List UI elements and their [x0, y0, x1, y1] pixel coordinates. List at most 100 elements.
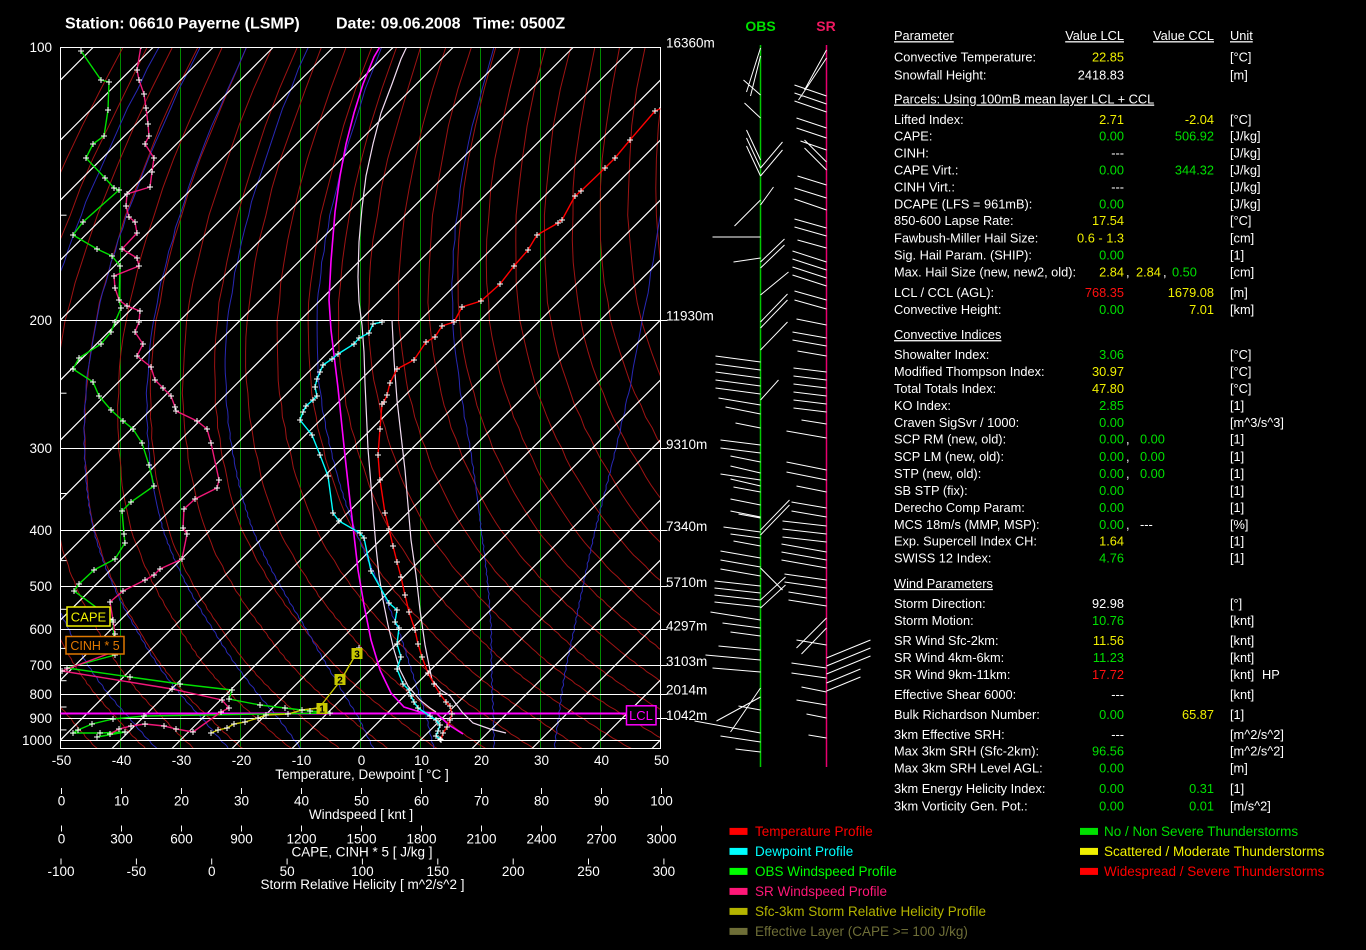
svg-text:300: 300: [653, 864, 676, 879]
svg-text:250: 250: [577, 864, 600, 879]
svg-text:Bulk Richardson Number:: Bulk Richardson Number:: [894, 707, 1040, 722]
svg-text:[°C]: [°C]: [1230, 50, 1251, 65]
svg-text:---: ---: [1111, 687, 1124, 702]
svg-text:Storm Relative Helicity [ m^2: Storm Relative Helicity [ m^2/s^2 ]: [261, 877, 465, 892]
svg-text:[m^3/s^3]: [m^3/s^3]: [1230, 415, 1284, 430]
svg-text:2400: 2400: [526, 831, 556, 846]
svg-text:[J/kg]: [J/kg]: [1230, 146, 1261, 161]
svg-text:Max. Hail Size (new, new2, old: Max. Hail Size (new, new2, old):: [894, 265, 1076, 280]
svg-text:Storm Motion:: Storm Motion:: [894, 613, 974, 628]
svg-text:-40: -40: [112, 753, 132, 768]
svg-text:Windspeed [ knt ]: Windspeed [ knt ]: [309, 807, 413, 822]
svg-text:Wind Parameters: Wind Parameters: [894, 576, 993, 591]
svg-text:[°C]: [°C]: [1230, 364, 1251, 379]
svg-text:Convective Indices: Convective Indices: [894, 327, 1001, 342]
svg-text:0: 0: [358, 753, 366, 768]
svg-text:Convective Height:: Convective Height:: [894, 302, 1001, 317]
svg-text:Scattered / Moderate Thunderst: Scattered / Moderate Thunderstorms: [1104, 844, 1325, 859]
svg-text:400: 400: [29, 523, 52, 538]
svg-text:[1]: [1]: [1230, 781, 1244, 796]
svg-text:-2.04: -2.04: [1185, 112, 1214, 127]
svg-text:Parameter: Parameter: [894, 28, 954, 43]
svg-text:[1]: [1]: [1230, 483, 1244, 498]
svg-text:5710m: 5710m: [666, 575, 707, 590]
svg-text:3: 3: [354, 650, 360, 661]
svg-text:0.00: 0.00: [1099, 129, 1124, 144]
svg-text:9310m: 9310m: [666, 437, 707, 452]
svg-text:90: 90: [594, 794, 609, 809]
svg-text:0.01: 0.01: [1189, 798, 1214, 813]
svg-text:Value LCL: Value LCL: [1065, 28, 1124, 43]
svg-text:[m/s^2]: [m/s^2]: [1230, 798, 1271, 813]
svg-text:1679.08: 1679.08: [1168, 285, 1214, 300]
svg-text:,: ,: [1126, 449, 1130, 464]
svg-text:-10: -10: [292, 753, 312, 768]
svg-text:17.72: 17.72: [1092, 667, 1124, 682]
svg-text:700: 700: [29, 658, 52, 673]
svg-text:0.00: 0.00: [1099, 197, 1124, 212]
svg-text:SCP RM (new, old):: SCP RM (new, old):: [894, 432, 1006, 447]
svg-text:[knt]: [knt]: [1230, 667, 1254, 682]
svg-text:10.76: 10.76: [1092, 613, 1124, 628]
svg-text:3.06: 3.06: [1099, 347, 1124, 362]
svg-text:4297m: 4297m: [666, 619, 707, 634]
svg-text:0.6 - 1.3: 0.6 - 1.3: [1077, 230, 1124, 245]
svg-text:Snowfall Height:: Snowfall Height:: [894, 67, 986, 82]
svg-text:0.00: 0.00: [1099, 500, 1124, 515]
svg-text:SR: SR: [816, 18, 835, 34]
svg-text:---: ---: [1111, 179, 1124, 194]
svg-text:11.56: 11.56: [1093, 633, 1124, 648]
svg-text:[1]: [1]: [1230, 466, 1244, 481]
svg-text:STP (new, old):: STP (new, old):: [894, 466, 981, 481]
svg-text:0.00: 0.00: [1099, 798, 1124, 813]
svg-text:2.84: 2.84: [1136, 265, 1161, 280]
svg-text:CINH:: CINH:: [894, 146, 929, 161]
svg-text:Fawbush-Miller Hail Size:: Fawbush-Miller Hail Size:: [894, 230, 1038, 245]
svg-text:0.00: 0.00: [1099, 483, 1124, 498]
svg-text:Parcels: Using 100mB mean laye: Parcels: Using 100mB mean layer LCL + CC…: [894, 92, 1154, 107]
svg-text:SB STP (fix):: SB STP (fix):: [894, 483, 968, 498]
svg-text:OBS Windspeed Profile: OBS Windspeed Profile: [755, 864, 897, 879]
svg-text:2418.83: 2418.83: [1078, 67, 1124, 82]
svg-text:500: 500: [29, 579, 52, 594]
svg-text:SR Windspeed Profile: SR Windspeed Profile: [755, 884, 887, 899]
svg-text:SR Wind Sfc-2km:: SR Wind Sfc-2km:: [894, 633, 999, 648]
svg-text:Exp. Supercell Index CH:: Exp. Supercell Index CH:: [894, 534, 1037, 549]
svg-text:10: 10: [114, 794, 129, 809]
svg-text:4.76: 4.76: [1099, 551, 1124, 566]
svg-text:SWISS 12 Index:: SWISS 12 Index:: [894, 551, 991, 566]
svg-text:[1]: [1]: [1230, 707, 1244, 722]
svg-text:506.92: 506.92: [1175, 129, 1214, 144]
svg-text:2.71: 2.71: [1099, 112, 1124, 127]
svg-text:CINH Virt.:: CINH Virt.:: [894, 179, 955, 194]
svg-text:,: ,: [1126, 466, 1130, 481]
svg-text:[J/kg]: [J/kg]: [1230, 179, 1261, 194]
svg-text:[m]: [m]: [1230, 761, 1248, 776]
svg-text:100: 100: [650, 794, 673, 809]
svg-text:[°C]: [°C]: [1230, 381, 1251, 396]
svg-text:---: ---: [1111, 146, 1124, 161]
svg-text:Total Totals Index:: Total Totals Index:: [894, 381, 996, 396]
svg-text:11.23: 11.23: [1093, 650, 1124, 665]
svg-text:Max 3km SRH Level AGL:: Max 3km SRH Level AGL:: [894, 761, 1043, 776]
svg-text:[1]: [1]: [1230, 534, 1244, 549]
svg-text:[cm]: [cm]: [1230, 265, 1254, 280]
svg-text:---: ---: [1111, 727, 1124, 742]
svg-text:[1]: [1]: [1230, 247, 1244, 262]
svg-text:40: 40: [594, 753, 609, 768]
svg-text:[J/kg]: [J/kg]: [1230, 197, 1261, 212]
svg-text:LCL: LCL: [629, 708, 653, 723]
svg-text:0.50: 0.50: [1172, 265, 1197, 280]
svg-text:Value CCL: Value CCL: [1153, 28, 1214, 43]
svg-text:[m^2/s^2]: [m^2/s^2]: [1230, 727, 1284, 742]
svg-text:50: 50: [654, 753, 669, 768]
svg-text:2.84: 2.84: [1099, 265, 1124, 280]
svg-text:CAPE Virt.:: CAPE Virt.:: [894, 163, 958, 178]
svg-text:0: 0: [58, 794, 66, 809]
svg-text:Sfc-3km Storm Relative Helicit: Sfc-3km Storm Relative Helicity Profile: [755, 904, 986, 919]
svg-text:,: ,: [1126, 517, 1130, 532]
svg-text:7.01: 7.01: [1189, 302, 1214, 317]
svg-text:KO Index:: KO Index:: [894, 398, 951, 413]
svg-text:17.54: 17.54: [1092, 213, 1124, 228]
svg-text:Convective Temperature:: Convective Temperature:: [894, 50, 1036, 65]
